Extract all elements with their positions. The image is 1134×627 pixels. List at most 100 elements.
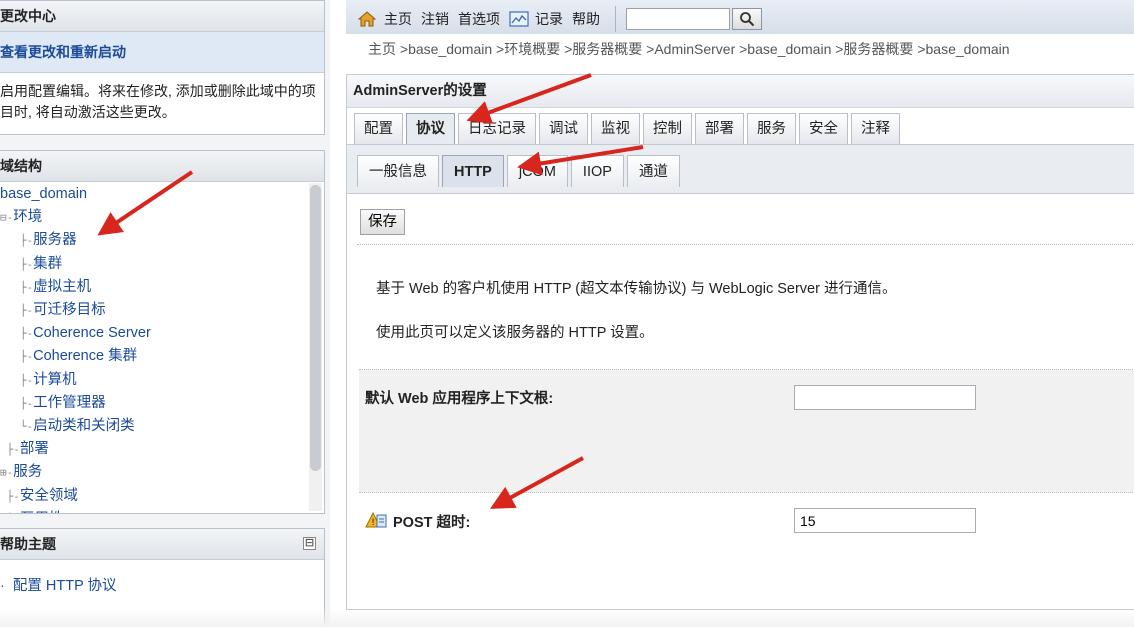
tree-node[interactable]: ├-服务器 bbox=[0, 229, 308, 252]
tab-1[interactable]: 配置 bbox=[354, 113, 403, 144]
help-topics-header: 帮助主题 ⊟ bbox=[0, 529, 324, 560]
tree-node[interactable]: ⊟-环境 bbox=[0, 206, 308, 229]
toolbar: 主页 注销 首选项 记录 帮助 bbox=[358, 6, 762, 32]
post-timeout-label: POST 超时: bbox=[393, 515, 471, 531]
tree-node[interactable]: base_domain bbox=[0, 183, 308, 206]
tree-node[interactable]: ├-虚拟主机 bbox=[0, 276, 308, 299]
tab-8[interactable]: 服务 bbox=[747, 113, 796, 144]
tree-connector: ├- bbox=[0, 327, 34, 341]
help-link-http-protocol[interactable]: · 配置 HTTP 协议 bbox=[0, 560, 324, 595]
tree-node[interactable]: ├-安全领域 bbox=[0, 485, 308, 508]
help-link-label: 配置 HTTP 协议 bbox=[12, 578, 117, 594]
tab-4[interactable]: 调试 bbox=[539, 113, 588, 144]
search-input[interactable] bbox=[626, 8, 730, 30]
subtab-5[interactable]: 通道 bbox=[626, 155, 680, 187]
subtab-3[interactable]: jCOM bbox=[506, 155, 568, 187]
tree-node-label[interactable]: 集群 bbox=[33, 256, 62, 272]
main-tabs: 配置 协议 日志记录 调试 监视 控制 部署 服务 安全 注释 bbox=[354, 113, 903, 144]
tab-7[interactable]: 部署 bbox=[695, 113, 744, 144]
tree-node-label[interactable]: Coherence Server bbox=[33, 325, 151, 341]
tree-connector: ├- bbox=[0, 234, 34, 248]
page-title: AdminServer的设置 bbox=[347, 75, 1134, 108]
tree-node-label[interactable]: 虚拟主机 bbox=[33, 279, 91, 295]
home-icon[interactable] bbox=[358, 11, 376, 27]
tab-3[interactable]: 日志记录 bbox=[458, 113, 536, 144]
home-link[interactable]: 主页 bbox=[384, 9, 412, 29]
change-center-title: 更改中心 bbox=[0, 1, 324, 32]
tree-connector: ├- bbox=[0, 396, 34, 410]
tree-scrollbar-thumb[interactable] bbox=[310, 185, 321, 471]
view-changes-restart-link[interactable]: 查看更改和重新启动 bbox=[0, 32, 324, 73]
change-center-panel: 更改中心 查看更改和重新启动 启用配置编辑。将来在修改, 添加或删除此域中的项目… bbox=[0, 0, 325, 135]
tree-node[interactable]: ├-计算机 bbox=[0, 369, 308, 392]
svg-text:!: ! bbox=[371, 518, 375, 528]
domain-tree: base_domain ⊟-环境 ├-服务器 ├-集群 ├-虚拟主机 ├-可迁移目… bbox=[0, 183, 308, 513]
change-center-message: 启用配置编辑。将来在修改, 添加或删除此域中的项目时, 将自动激活这些更改。 bbox=[0, 83, 316, 120]
subtab-1[interactable]: 一般信息 bbox=[357, 155, 439, 187]
tree-node-label[interactable]: 安全领域 bbox=[20, 488, 78, 504]
record-icon[interactable] bbox=[509, 11, 529, 27]
preferences-link[interactable]: 首选项 bbox=[458, 9, 500, 29]
help-topics-title: 帮助主题 bbox=[0, 536, 56, 552]
tab-10[interactable]: 注释 bbox=[851, 113, 900, 144]
tree-node-label[interactable]: 计算机 bbox=[33, 372, 77, 388]
search-button[interactable] bbox=[732, 8, 762, 30]
tree-connector: ├- bbox=[0, 350, 34, 364]
tree-node[interactable]: ├-工作管理器 bbox=[0, 392, 308, 415]
divider bbox=[357, 244, 1134, 245]
tree-node-label[interactable]: Coherence 集群 bbox=[33, 348, 137, 364]
help-link[interactable]: 帮助 bbox=[572, 9, 600, 29]
context-root-label: 默认 Web 应用程序上下文根: bbox=[365, 391, 554, 407]
tree-connector: ⊞- bbox=[0, 466, 14, 480]
tree-connector: ├- bbox=[0, 257, 34, 271]
tree-node-label[interactable]: 服务器 bbox=[33, 232, 77, 248]
subtab-2[interactable]: HTTP bbox=[442, 155, 504, 187]
tab-5[interactable]: 监视 bbox=[591, 113, 640, 144]
tree-node[interactable]: ├-Coherence 集群 bbox=[0, 345, 308, 368]
tree-connector: ├- bbox=[0, 443, 20, 457]
sub-tabs: 一般信息 HTTP jCOM IIOP 通道 bbox=[357, 155, 683, 187]
domain-structure-title: 域结构 bbox=[0, 151, 324, 182]
breadcrumb[interactable]: 主页 >base_domain >环境概要 >服务器概要 >AdminServe… bbox=[368, 39, 1010, 59]
description-http: 基于 Web 的客户机使用 HTTP (超文本传输协议) 与 WebLogic … bbox=[376, 281, 897, 297]
tree-node[interactable]: ├-集群 bbox=[0, 253, 308, 276]
logout-link[interactable]: 注销 bbox=[421, 9, 449, 29]
tree-node-label[interactable]: 部署 bbox=[20, 441, 49, 457]
save-button[interactable]: 保存 bbox=[360, 209, 405, 235]
settings-panel: AdminServer的设置 配置 协议 日志记录 调试 监视 控制 部署 服务 安全 注释 一般… bbox=[346, 74, 1134, 610]
tree-node[interactable]: ⊞-服务 bbox=[0, 461, 308, 484]
tree-node-label[interactable]: 工作管理器 bbox=[33, 395, 106, 411]
tree-node[interactable]: ├-互用性 bbox=[0, 508, 308, 513]
context-root-input[interactable] bbox=[794, 385, 976, 410]
left-column: 更改中心 查看更改和重新启动 启用配置编辑。将来在修改, 添加或删除此域中的项目… bbox=[0, 0, 330, 627]
collapse-icon[interactable]: ⊟ bbox=[303, 537, 316, 550]
tree-connector: ├- bbox=[0, 373, 34, 387]
tree-node-label[interactable]: 可迁移目标 bbox=[33, 302, 106, 318]
tree-node[interactable]: ├-部署 bbox=[0, 438, 308, 461]
tree-connector: ├- bbox=[0, 489, 20, 503]
tree-connector: └- bbox=[0, 420, 34, 434]
tree-connector: ├- bbox=[0, 280, 34, 294]
tree-node-label[interactable]: base_domain bbox=[0, 186, 87, 202]
tree-connector: ├- bbox=[0, 304, 34, 318]
search-icon bbox=[740, 12, 755, 27]
tree-node-label[interactable]: 环境 bbox=[13, 209, 42, 225]
tab-2[interactable]: 协议 bbox=[406, 113, 455, 144]
bullet-icon: · bbox=[0, 578, 13, 594]
tree-node[interactable]: ├-Coherence Server bbox=[0, 322, 308, 345]
tab-6[interactable]: 控制 bbox=[643, 113, 692, 144]
restart-warning-icon: ! bbox=[365, 511, 387, 528]
post-timeout-input[interactable] bbox=[794, 508, 976, 533]
tree-node[interactable]: └-启动类和关闭类 bbox=[0, 415, 308, 438]
tree-node-label[interactable]: 服务 bbox=[13, 464, 42, 480]
record-link[interactable]: 记录 bbox=[535, 9, 563, 29]
subtab-4[interactable]: IIOP bbox=[570, 155, 624, 187]
tree-node[interactable]: ├-可迁移目标 bbox=[0, 299, 308, 322]
toolbar-divider bbox=[615, 6, 616, 32]
description-page: 使用此页可以定义该服务器的 HTTP 设置。 bbox=[376, 325, 654, 341]
tree-node-label[interactable]: 互用性 bbox=[20, 511, 64, 513]
bottom-fade bbox=[0, 609, 1134, 627]
tab-9[interactable]: 安全 bbox=[799, 113, 848, 144]
top-toolbar: 主页 注销 首选项 记录 帮助 bbox=[346, 0, 1134, 34]
tree-node-label[interactable]: 启动类和关闭类 bbox=[33, 418, 135, 434]
